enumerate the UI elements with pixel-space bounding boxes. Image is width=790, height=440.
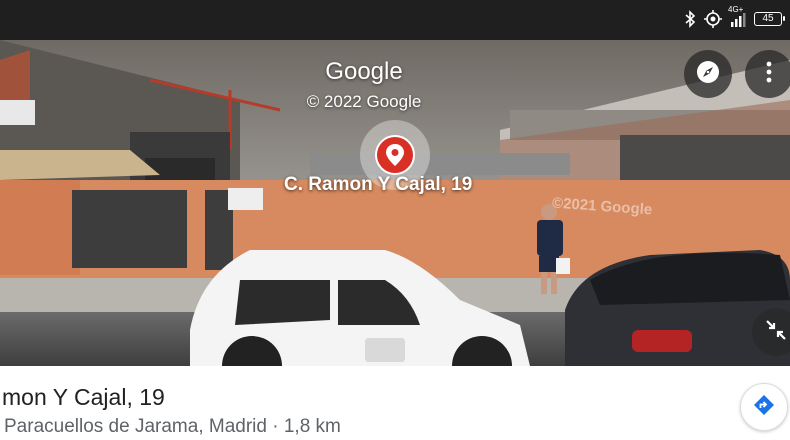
place-subtitle: Paracuellos de Jarama, Madrid · 1,8 km xyxy=(4,416,341,437)
status-icons: 4G+ 45 xyxy=(684,5,785,28)
battery-icon: 45 xyxy=(754,12,785,26)
compass-button[interactable] xyxy=(684,50,732,98)
location-icon xyxy=(704,10,722,28)
signal-icon: 4G+ xyxy=(728,5,746,27)
street-scene xyxy=(0,40,790,366)
map-pin-icon xyxy=(375,135,415,175)
more-vert-icon xyxy=(766,61,772,88)
google-brand: Google xyxy=(325,58,403,85)
copyright-text: © 2022 Google xyxy=(306,92,422,111)
street-view-image[interactable]: Google © 2022 Google C. Ramon Y Cajal, 1… xyxy=(0,40,790,366)
collapse-icon xyxy=(764,318,788,347)
directions-button[interactable] xyxy=(740,383,788,431)
bluetooth-icon xyxy=(684,10,696,28)
network-label: 4G+ xyxy=(728,5,744,14)
status-bar: 4G+ 45 xyxy=(0,0,790,40)
place-info-panel[interactable]: mon Y Cajal, 19 Paracuellos de Jarama, M… xyxy=(0,366,790,440)
compass-icon xyxy=(695,59,721,90)
place-title: mon Y Cajal, 19 xyxy=(2,384,165,410)
street-name-label: C. Ramon Y Cajal, 19 xyxy=(284,174,473,195)
more-options-button[interactable] xyxy=(745,50,790,98)
directions-icon xyxy=(753,394,775,421)
